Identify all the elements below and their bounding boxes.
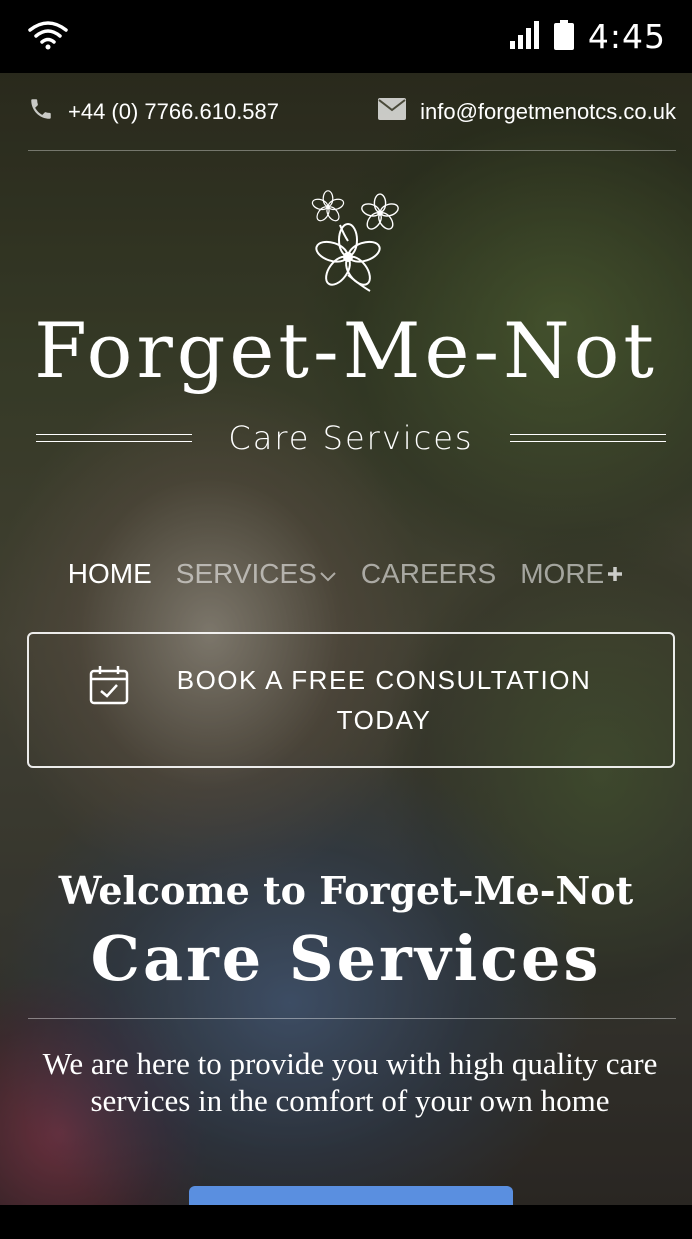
contact-bar: +44 (0) 7766.610.587 info@forgetmenotcs.… (28, 73, 676, 151)
signal-icon (509, 20, 540, 53)
decorative-divider-left (36, 434, 192, 442)
book-consultation-label: BOOK A FREE CONSULTATION TODAY (176, 665, 592, 735)
nav-label-more: MORE (520, 558, 605, 589)
navigation-bar (0, 1205, 692, 1239)
decorative-divider-right (509, 434, 666, 442)
welcome-heading: Welcome to Forget-Me-Not (58, 868, 634, 913)
main-nav: HOME SERVICES CAREERS MORE (0, 553, 692, 595)
welcome-heading-large: Care Services (90, 922, 602, 995)
brand-title: Forget-Me-Not (34, 306, 658, 395)
battery-icon (553, 19, 574, 54)
chevron-down-icon (319, 558, 337, 590)
status-time: 4:45 (587, 17, 666, 56)
brand-subtitle: Care Services (228, 419, 474, 457)
nav-item-services[interactable]: SERVICES (176, 558, 337, 590)
phone-link[interactable]: +44 (0) 7766.610.587 (68, 99, 279, 125)
nav-item-home[interactable]: HOME (68, 558, 152, 590)
email-link[interactable]: info@forgetmenotcs.co.uk (420, 99, 676, 125)
calendar-check-icon (88, 664, 130, 710)
nav-label-careers: CAREERS (360, 558, 497, 589)
envelope-icon (378, 97, 407, 126)
plus-icon (606, 558, 624, 590)
forget-me-not-flower-icon (300, 185, 412, 295)
phone-contact[interactable]: +44 (0) 7766.610.587 (28, 96, 279, 128)
nav-label-services: SERVICES (175, 558, 317, 589)
section-divider (28, 1018, 676, 1019)
hero-section: +44 (0) 7766.610.587 info@forgetmenotcs.… (0, 73, 692, 1205)
book-consultation-button[interactable]: BOOK A FREE CONSULTATION TODAY (27, 632, 675, 768)
nav-label-home: HOME (67, 558, 152, 589)
wifi-icon (28, 20, 68, 54)
intro-text: We are here to provide you with high qua… (42, 1046, 658, 1118)
status-bar: 4:45 (0, 0, 692, 73)
primary-button-partial[interactable] (189, 1186, 513, 1205)
nav-item-careers[interactable]: CAREERS (361, 558, 496, 590)
nav-item-more[interactable]: MORE (520, 558, 624, 590)
email-contact[interactable]: info@forgetmenotcs.co.uk (378, 97, 676, 126)
phone-icon (28, 96, 54, 128)
brand-subtitle-row: Care Services (36, 413, 666, 463)
